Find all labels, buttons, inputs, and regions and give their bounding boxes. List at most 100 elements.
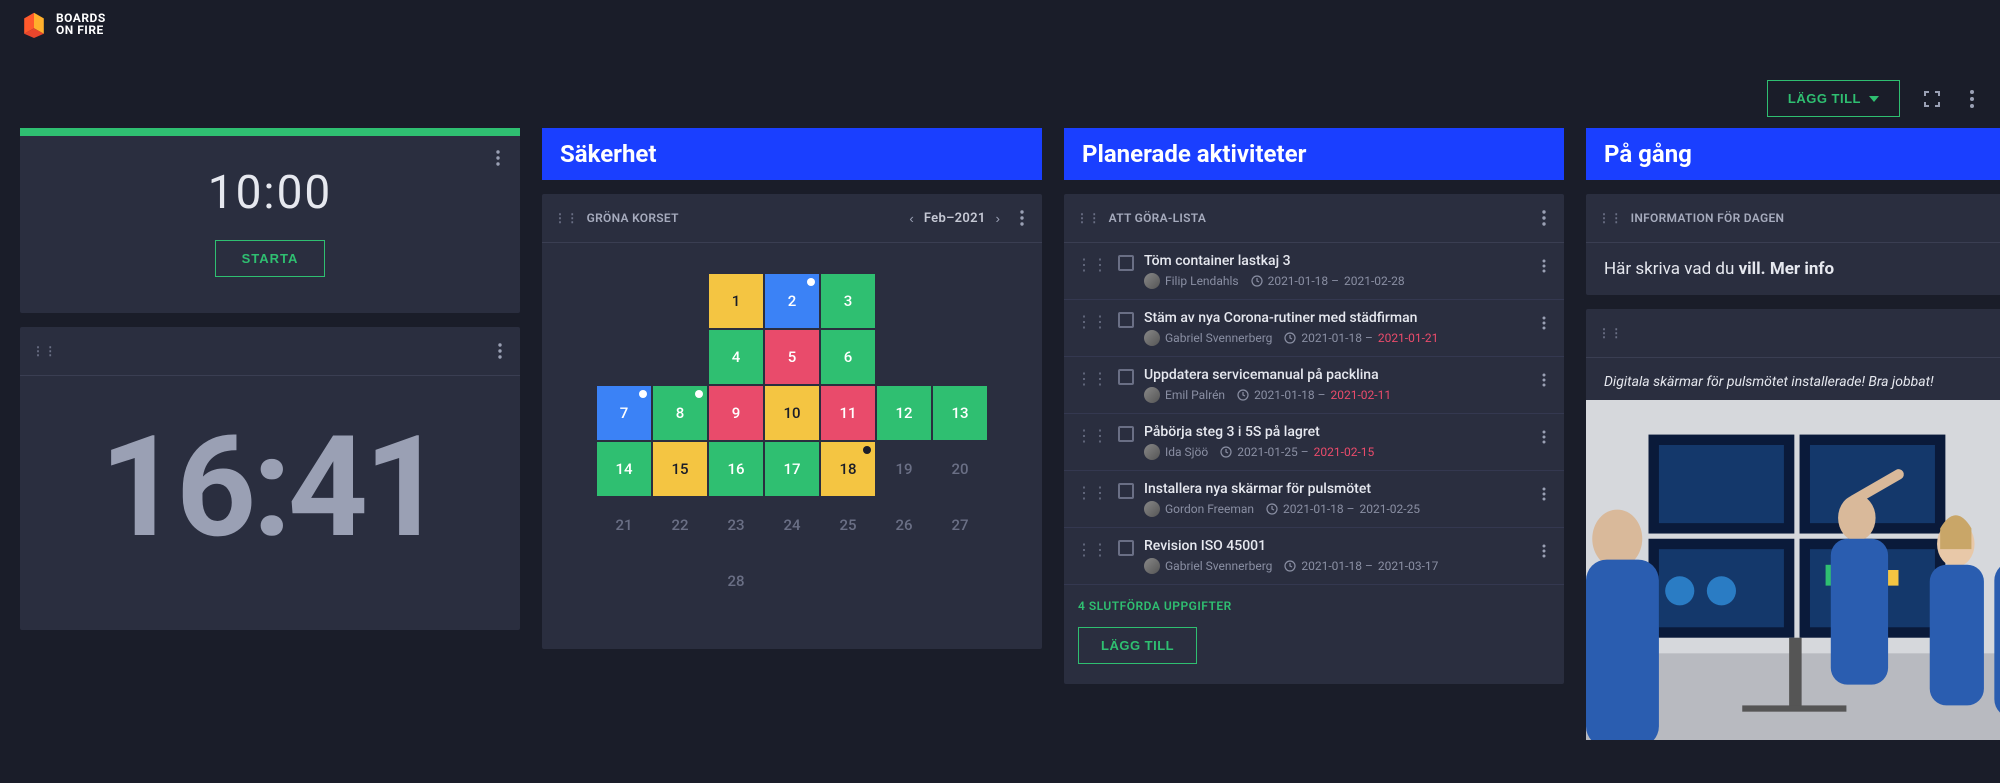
info-title: INFORMATION FÖR DAGEN	[1631, 211, 1785, 225]
task-assignee: Gordon Freeman	[1144, 501, 1254, 517]
task-row: ⋮⋮Stäm av nya Corona-rutiner med städfir…	[1064, 300, 1564, 357]
task-more-button[interactable]	[1536, 253, 1552, 279]
calendar-day-5[interactable]: 5	[764, 329, 820, 385]
calendar-next-button[interactable]: ›	[992, 209, 1004, 228]
avatar-icon	[1144, 273, 1160, 289]
task-checkbox[interactable]	[1118, 483, 1134, 499]
calendar-prev-button[interactable]: ‹	[905, 209, 917, 228]
calendar-day-7[interactable]: 7	[596, 385, 652, 441]
calendar-day-13[interactable]: 13	[932, 385, 988, 441]
calendar-day-18[interactable]: 18	[820, 441, 876, 497]
task-checkbox[interactable]	[1118, 255, 1134, 271]
clock-icon	[1251, 275, 1263, 287]
clock-icon	[1220, 446, 1232, 458]
drag-handle-icon[interactable]: ⋮⋮	[1076, 424, 1108, 445]
tasks-panel: ⋮⋮ ATT GÖRA-LISTA ⋮⋮ Töm container lastka…	[1064, 194, 1564, 684]
calendar-day-27[interactable]: 27	[932, 497, 988, 553]
timer-time: 10:00	[20, 166, 520, 220]
section-planned-title: Planerade aktiviteter	[1064, 128, 1564, 180]
task-assignee: Gabriel Svennerberg	[1144, 330, 1272, 346]
calendar-day-23[interactable]: 23	[708, 497, 764, 553]
calendar-day-16[interactable]: 16	[708, 441, 764, 497]
more-button[interactable]	[1964, 84, 1980, 114]
calendar-day-12[interactable]: 12	[876, 385, 932, 441]
calendar-more-button[interactable]	[1014, 204, 1030, 232]
calendar-day-10[interactable]: 10	[764, 385, 820, 441]
info-panel: ⋮⋮ INFORMATION FÖR DAGEN Här skriva vad …	[1586, 194, 2000, 295]
timer-progress-bar	[20, 128, 520, 136]
drag-handle-icon[interactable]: ⋮⋮	[1598, 326, 1623, 340]
drag-handle-icon[interactable]: ⋮⋮	[1076, 538, 1108, 559]
task-checkbox[interactable]	[1118, 540, 1134, 556]
drag-handle-icon[interactable]: ⋮⋮	[1076, 367, 1108, 388]
clock-icon	[1266, 503, 1278, 515]
calendar-title: GRÖNA KORSET	[587, 211, 679, 225]
task-row: ⋮⋮ Uppdatera servicemanual på packlina Emi…	[1064, 357, 1564, 414]
topbar: LÄGG TILL	[1767, 80, 1980, 117]
clock-more-button[interactable]	[492, 337, 508, 365]
drag-handle-icon[interactable]: ⋮⋮	[32, 344, 57, 358]
task-title: Uppdatera servicemanual på packlina	[1144, 367, 1526, 383]
calendar-day-14[interactable]: 14	[596, 441, 652, 497]
calendar-day-15[interactable]: 15	[652, 441, 708, 497]
calendar-day-20[interactable]: 20	[932, 441, 988, 497]
drag-handle-icon[interactable]: ⋮⋮	[1076, 481, 1108, 502]
task-more-button[interactable]	[1536, 538, 1552, 564]
calendar-day-3[interactable]: 3	[820, 273, 876, 329]
calendar-day-26[interactable]: 26	[876, 497, 932, 553]
task-checkbox[interactable]	[1118, 426, 1134, 442]
drag-handle-icon[interactable]: ⋮⋮	[1076, 310, 1108, 331]
clock-icon	[1284, 560, 1296, 572]
fullscreen-button[interactable]	[1916, 83, 1948, 115]
drag-handle-icon[interactable]: ⋮⋮	[1076, 253, 1108, 274]
task-more-button[interactable]	[1536, 367, 1552, 393]
calendar-day-28[interactable]: 28	[708, 553, 764, 609]
calendar-day-11[interactable]: 11	[820, 385, 876, 441]
calendar-day-4[interactable]: 4	[708, 329, 764, 385]
drag-handle-icon[interactable]: ⋮⋮	[1076, 211, 1101, 225]
calendar-day-1[interactable]: 1	[708, 273, 764, 329]
photo-caption: Digitala skärmar för pulsmötet installer…	[1586, 358, 2000, 400]
note-dot-icon	[863, 446, 871, 454]
clock-icon	[1284, 332, 1296, 344]
more-vert-icon	[1970, 90, 1974, 108]
info-text-pre: Här skriva vad du	[1604, 259, 1739, 279]
add-button[interactable]: LÄGG TILL	[1767, 80, 1900, 117]
task-dates: 2021-01-18 – 2021-02-25	[1266, 502, 1420, 516]
task-more-button[interactable]	[1536, 481, 1552, 507]
clock-panel: ⋮⋮ 16:41	[20, 327, 520, 630]
task-dates: 2021-01-18 – 2021-03-17	[1284, 559, 1438, 573]
avatar-icon	[1144, 444, 1160, 460]
task-more-button[interactable]	[1536, 310, 1552, 336]
task-row: ⋮⋮Påbörja steg 3 i 5S på lagretIda Sjöö2…	[1064, 414, 1564, 471]
calendar-day-8[interactable]: 8	[652, 385, 708, 441]
calendar-day-25[interactable]: 25	[820, 497, 876, 553]
task-assignee: Emil Palrén	[1144, 387, 1225, 403]
chevron-down-icon	[1869, 96, 1879, 102]
brand-line2: ON FIRE	[56, 24, 106, 36]
tasks-add-button[interactable]: LÄGG TILL	[1078, 627, 1197, 664]
note-dot-icon	[695, 390, 703, 398]
section-ongoing-title: På gång	[1586, 128, 2000, 180]
drag-handle-icon[interactable]: ⋮⋮	[1598, 211, 1623, 225]
task-more-button[interactable]	[1536, 424, 1552, 450]
calendar-day-19[interactable]: 19	[876, 441, 932, 497]
calendar-day-6[interactable]: 6	[820, 329, 876, 385]
task-assignee: Filip Lendahls	[1144, 273, 1239, 289]
task-title: Töm container lastkaj 3	[1144, 253, 1526, 269]
task-checkbox[interactable]	[1118, 369, 1134, 385]
note-dot-icon	[639, 390, 647, 398]
calendar-day-2[interactable]: 2	[764, 273, 820, 329]
logo-icon	[20, 10, 48, 38]
calendar-day-22[interactable]: 22	[652, 497, 708, 553]
task-title: Påbörja steg 3 i 5S på lagret	[1144, 424, 1526, 440]
tasks-more-button[interactable]	[1536, 204, 1552, 232]
tasks-title: ATT GÖRA-LISTA	[1109, 211, 1207, 225]
calendar-day-24[interactable]: 24	[764, 497, 820, 553]
calendar-day-21[interactable]: 21	[596, 497, 652, 553]
task-checkbox[interactable]	[1118, 312, 1134, 328]
calendar-day-9[interactable]: 9	[708, 385, 764, 441]
calendar-day-17[interactable]: 17	[764, 441, 820, 497]
drag-handle-icon[interactable]: ⋮⋮	[554, 211, 579, 225]
timer-start-button[interactable]: STARTA	[215, 240, 326, 277]
